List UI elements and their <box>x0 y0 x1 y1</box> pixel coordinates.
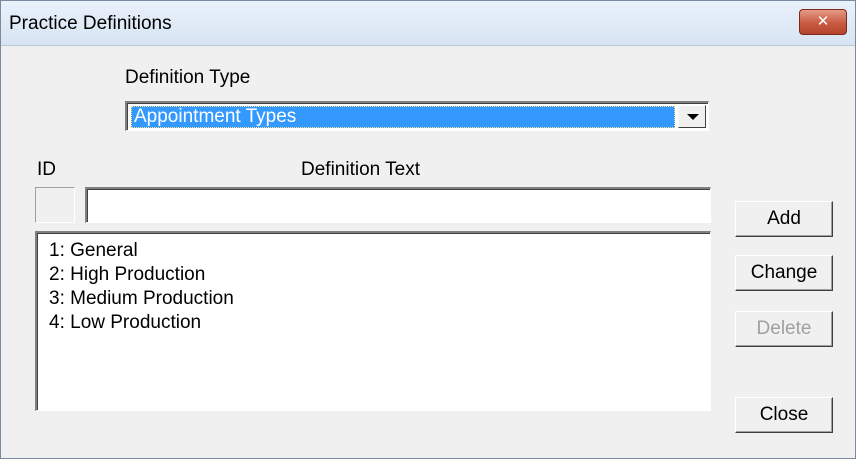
definition-text-input[interactable] <box>85 187 711 223</box>
definition-type-label: Definition Type <box>125 67 251 88</box>
title-bar[interactable]: Practice Definitions ✕ <box>1 1 855 46</box>
definitions-listbox[interactable]: 1: General 2: High Production 3: Medium … <box>35 231 711 411</box>
list-item[interactable]: 2: High Production <box>49 263 710 287</box>
list-item[interactable]: 4: Low Production <box>49 311 710 335</box>
definition-text-column-label: Definition Text <box>301 159 420 180</box>
window-close-button[interactable]: ✕ <box>799 9 847 35</box>
close-icon: ✕ <box>816 12 830 30</box>
dropdown-button[interactable] <box>678 105 706 128</box>
close-button[interactable]: Close <box>735 397 833 433</box>
chevron-down-icon <box>687 114 699 120</box>
definition-type-select[interactable]: Appointment Types <box>125 101 709 131</box>
list-item[interactable]: 1: General <box>49 239 710 263</box>
id-column-label: ID <box>37 159 56 180</box>
definition-type-selected-value[interactable]: Appointment Types <box>131 106 675 128</box>
delete-button[interactable]: Delete <box>735 311 833 347</box>
add-button[interactable]: Add <box>735 201 833 237</box>
id-field <box>35 187 75 223</box>
change-button[interactable]: Change <box>735 255 833 291</box>
window-title: Practice Definitions <box>9 13 172 34</box>
practice-definitions-dialog: Practice Definitions ✕ Definition Type A… <box>0 0 856 459</box>
list-item[interactable]: 3: Medium Production <box>49 287 710 311</box>
